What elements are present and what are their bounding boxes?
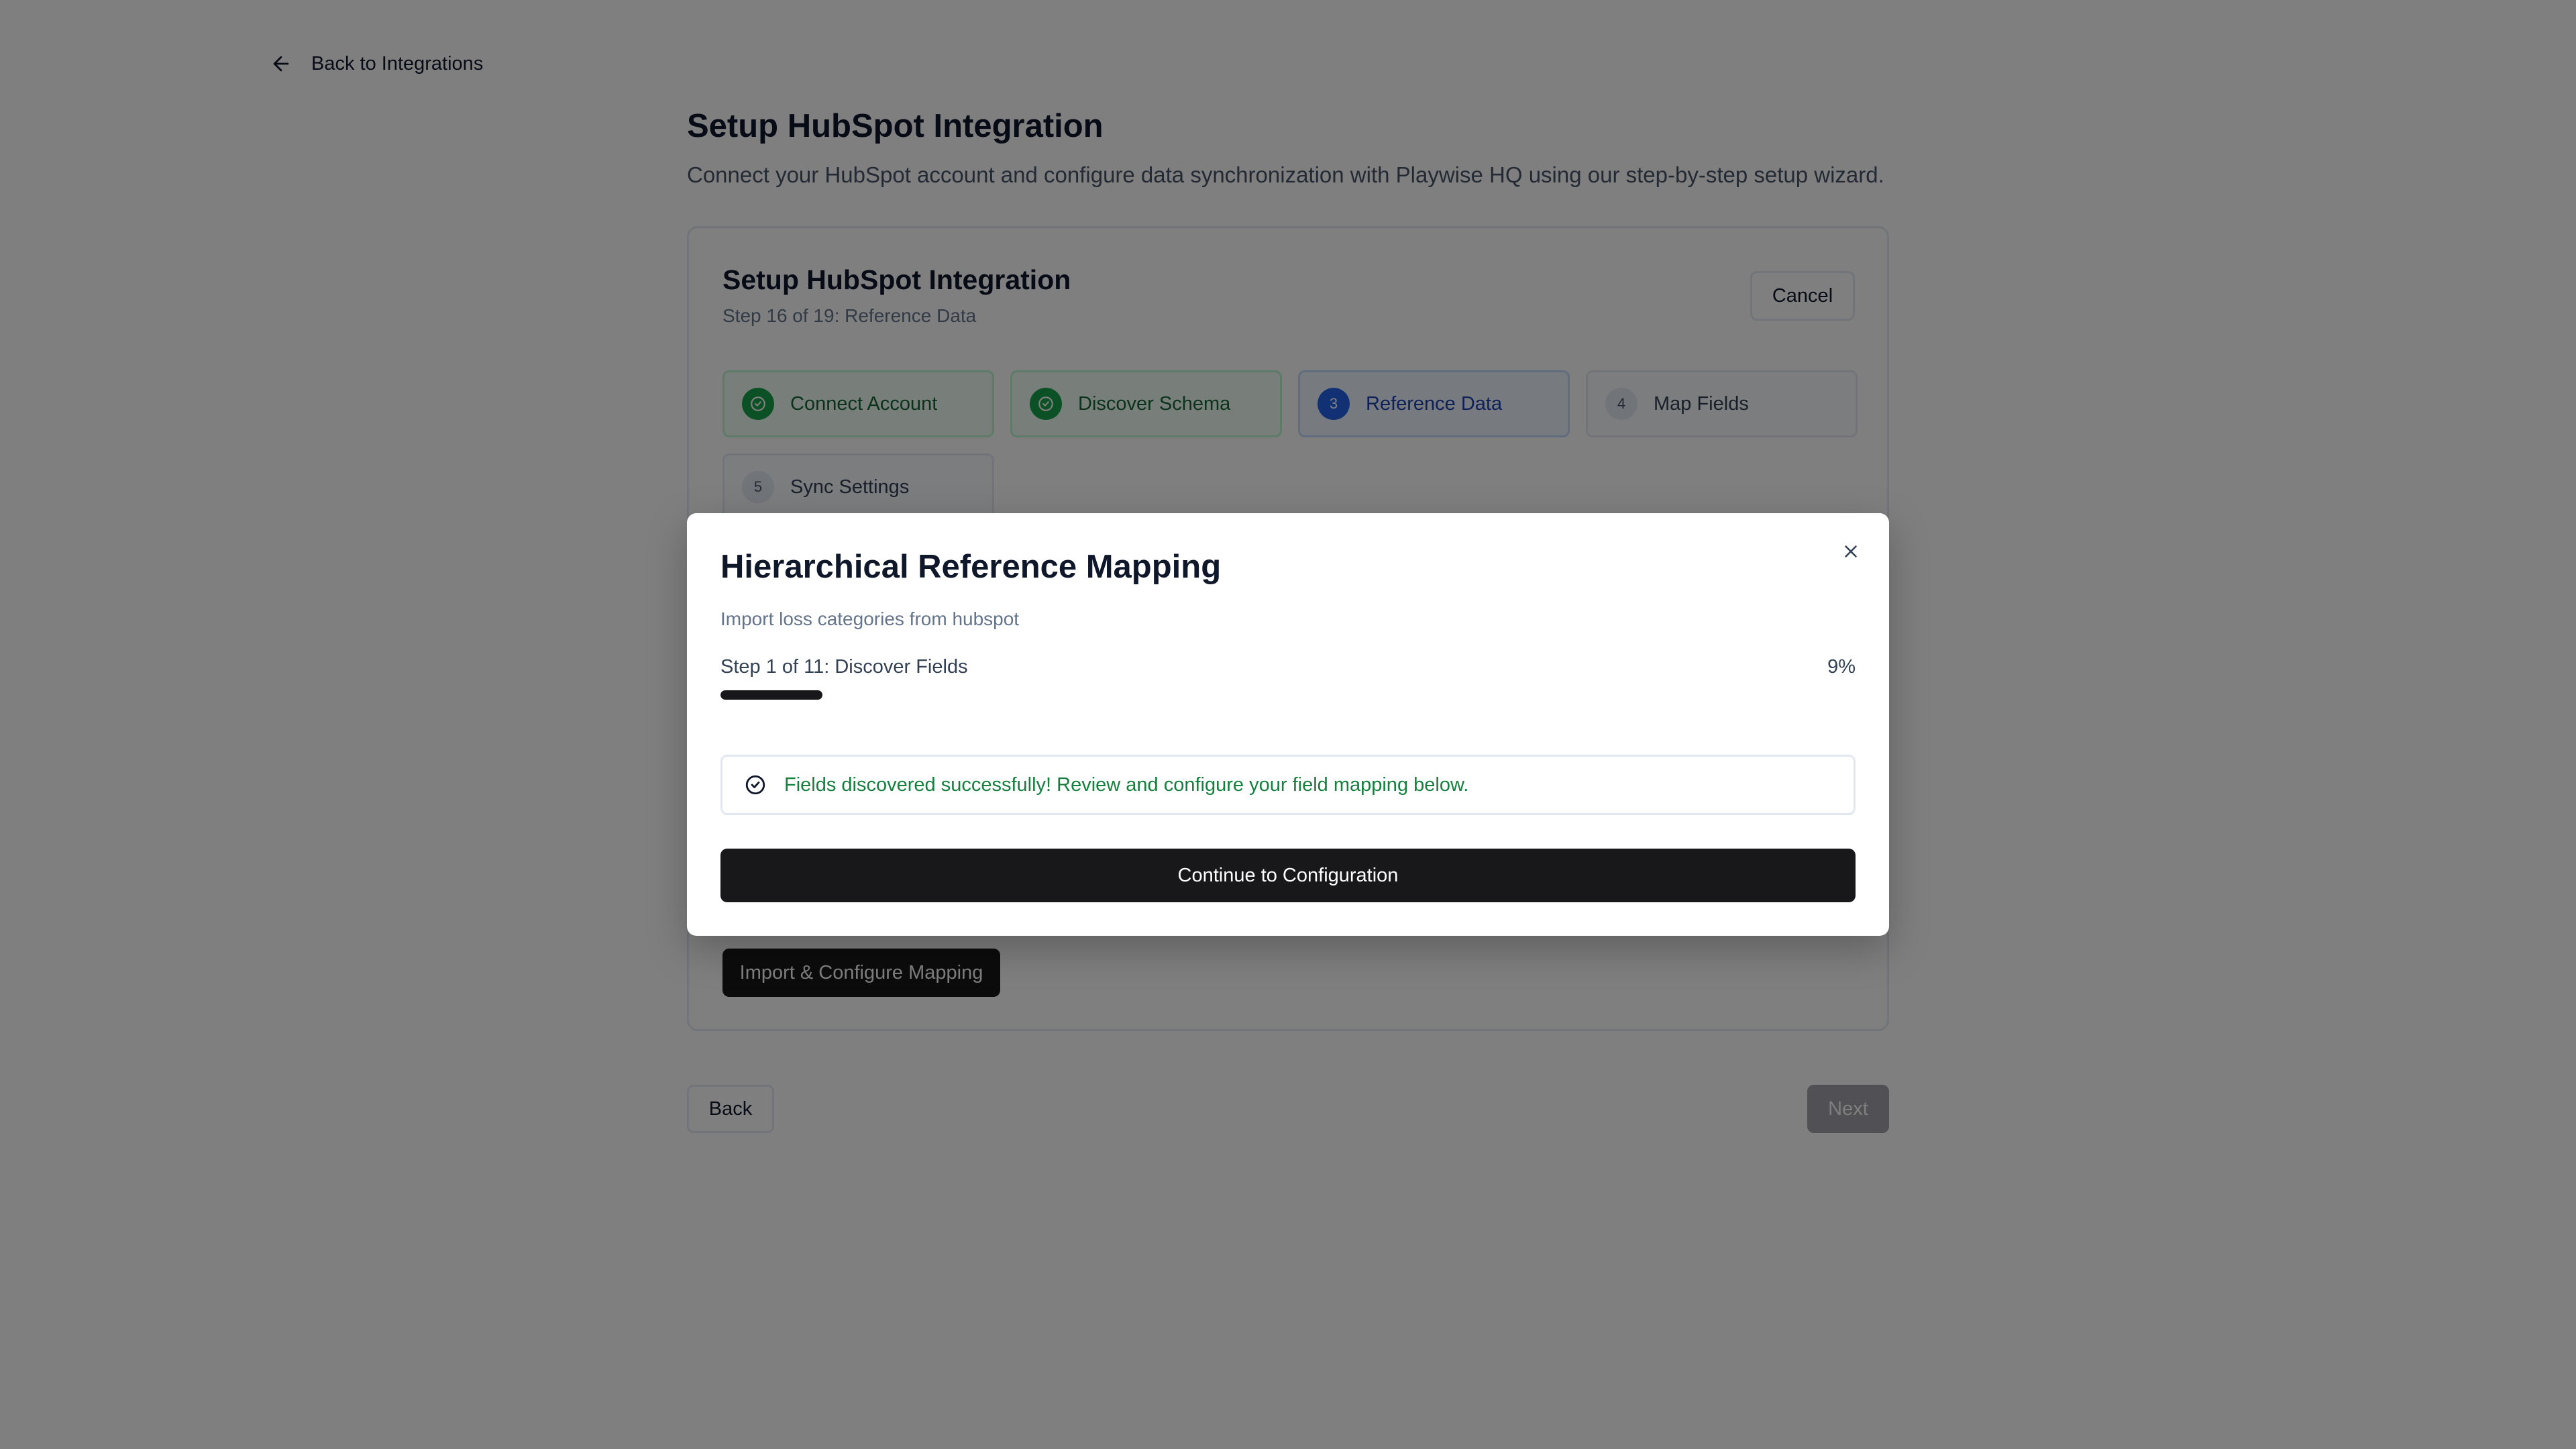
- dialog-subtitle: Import loss categories from hubspot: [720, 608, 1020, 629]
- progress-step-label: Step 1 of 11: Discover Fields: [720, 656, 968, 678]
- progress-bar-fill: [720, 690, 823, 700]
- reference-mapping-dialog: Hierarchical Reference Mapping Import lo…: [687, 513, 1889, 936]
- dialog-title: Hierarchical Reference Mapping: [720, 549, 1222, 585]
- progress-percent: 9%: [1827, 656, 1856, 678]
- success-alert-text: Fields discovered successfully! Review a…: [784, 773, 1469, 796]
- progress-bar: [720, 690, 1856, 700]
- continue-to-configuration-button[interactable]: Continue to Configuration: [720, 849, 1856, 902]
- success-alert: Fields discovered successfully! Review a…: [720, 755, 1856, 815]
- check-circle-icon: [745, 775, 765, 795]
- close-icon[interactable]: [1837, 537, 1865, 566]
